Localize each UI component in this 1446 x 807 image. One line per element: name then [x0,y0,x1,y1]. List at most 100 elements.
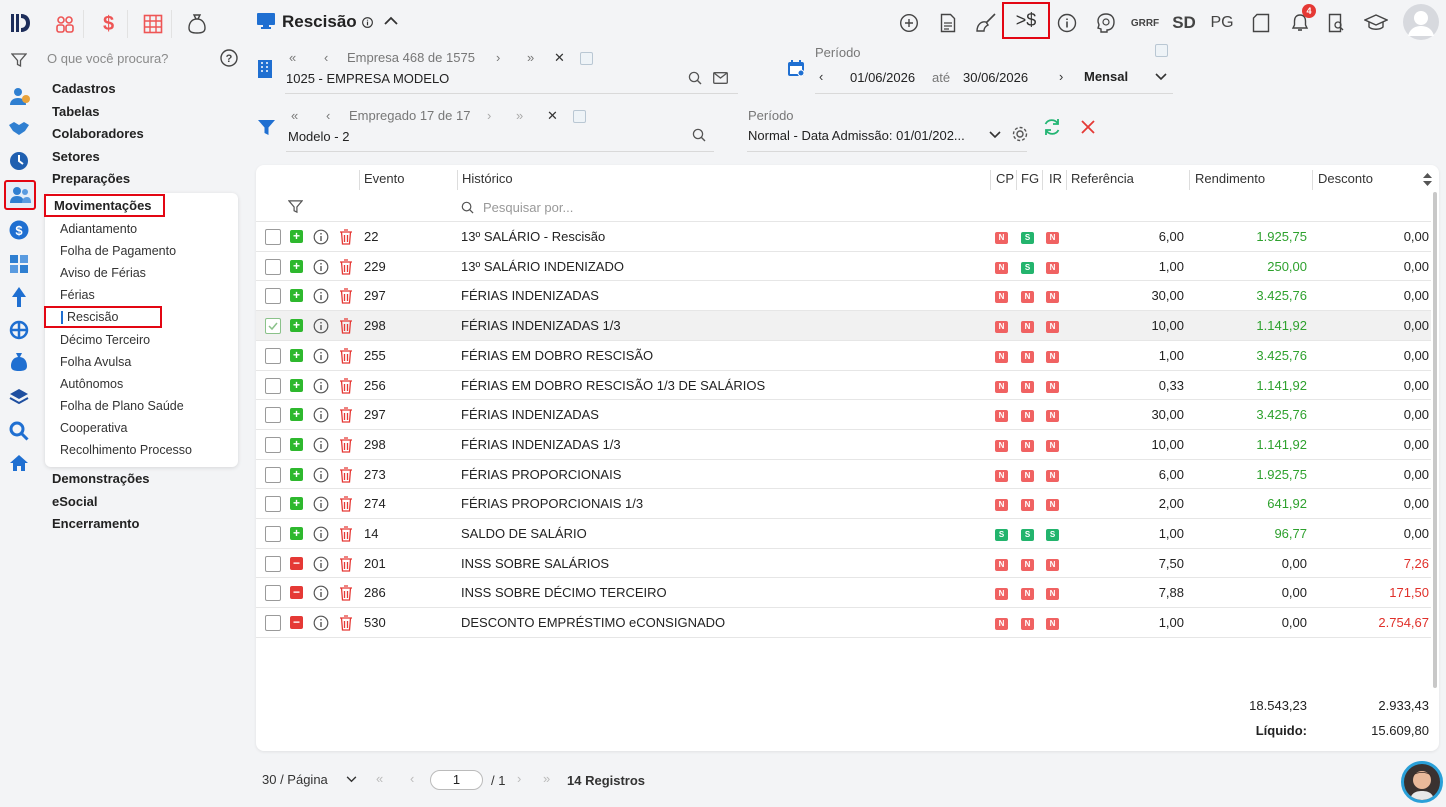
rail-dollar-icon[interactable]: $ [9,220,29,240]
row-checkbox[interactable] [265,258,281,275]
trash-icon[interactable] [339,229,353,245]
rail-users-icon[interactable] [9,86,31,108]
table-row[interactable]: +274 FÉRIAS PROPORCIONAIS 1/3 N N N 2,00 641,9… [256,488,1431,518]
menu-colaboradores[interactable]: Colaboradores [52,126,144,141]
row-checkbox[interactable] [265,288,281,305]
trash-icon[interactable] [339,556,353,572]
row-info-icon[interactable] [313,496,329,512]
trash-icon[interactable] [339,288,353,305]
trash-icon[interactable] [339,585,353,602]
trash-icon[interactable] [339,259,353,275]
menu-preparacoes[interactable]: Preparações [52,171,130,186]
periodo-next-button[interactable]: › [1059,69,1063,84]
chevron-down-icon[interactable] [989,131,1001,139]
pg-button[interactable]: PG [1208,10,1236,36]
periodo-end-date[interactable]: 30/06/2026 [963,70,1028,85]
trash-icon[interactable] [339,377,353,394]
chevron-down-icon[interactable] [346,776,357,783]
table-row[interactable]: +22 13º SALÁRIO - Rescisão N S N 6,00 1.925,75… [256,221,1431,251]
row-checkbox[interactable] [265,407,281,424]
chevron-down-icon[interactable] [1155,73,1167,81]
broom-icon[interactable] [973,10,999,36]
empresa-clear-button[interactable]: ✕ [554,50,565,66]
submenu-decimo-terceiro[interactable]: Décimo Terceiro [60,333,150,347]
row-info-icon[interactable] [313,407,329,423]
row-info-icon[interactable] [313,585,329,601]
row-info-icon[interactable] [313,615,329,631]
menu-search-input[interactable]: O que você procura? [47,51,168,66]
menu-encerramento[interactable]: Encerramento [52,516,139,531]
rail-handshake-icon[interactable] [8,120,30,136]
menu-esocial[interactable]: eSocial [52,494,98,509]
empregado-last-button[interactable]: » [516,108,523,123]
trash-icon[interactable] [339,318,353,334]
menu-tabelas[interactable]: Tabelas [52,104,99,119]
header-desconto[interactable]: Desconto [1318,171,1373,186]
header-rendimento[interactable]: Rendimento [1195,171,1265,186]
moneybag-module-icon[interactable] [178,10,216,38]
periodo-prev-button[interactable]: ‹ [819,69,823,84]
table-row[interactable]: −201 INSS SOBRE SALÁRIOS N N N 7,50 0,00 7,26 [256,547,1431,578]
info-icon[interactable] [362,17,373,28]
document-icon[interactable] [935,10,961,36]
submenu-folha-avulsa[interactable]: Folha Avulsa [60,355,131,369]
periodo2-select[interactable]: Normal - Data Admissão: 01/01/202... [748,128,965,143]
empregado-prev-button[interactable]: ‹ [326,108,330,123]
submenu-folha-de-pagamento[interactable]: Folha de Pagamento [60,244,176,258]
periodo-type-select[interactable]: Mensal [1084,69,1128,84]
empresa-prev-button[interactable]: ‹ [324,50,328,65]
table-row[interactable]: +229 13º SALÁRIO INDENIZADO N S N 1,00 250,00 0… [256,250,1431,281]
trash-icon[interactable] [339,466,353,483]
empregado-first-button[interactable]: « [291,108,298,123]
header-ir[interactable]: IR [1049,171,1062,186]
header-fg[interactable]: FG [1021,171,1039,186]
row-checkbox[interactable] [265,347,281,364]
submenu-ferias[interactable]: Férias [60,288,95,302]
rail-home-icon[interactable] [9,454,29,472]
rail-moneybag-icon[interactable] [10,352,28,372]
spreadsheet-module-icon[interactable] [134,10,172,38]
table-search-input[interactable]: Pesquisar por... [483,200,573,215]
table-row[interactable]: +273 FÉRIAS PROPORCIONAIS N N N 6,00 1.925,75 0… [256,458,1431,489]
trash-icon[interactable] [339,348,353,364]
table-row[interactable]: +14 SALDO DE SALÁRIO S S S 1,00 96,77 0,00 [256,518,1431,548]
page-next-button[interactable]: › [517,771,521,786]
header-historico[interactable]: Histórico [462,171,513,186]
empregado-clear-button[interactable]: ✕ [547,108,558,124]
rail-employees-icon[interactable] [4,180,36,210]
header-cp[interactable]: CP [996,171,1014,186]
row-checkbox[interactable] [265,229,281,245]
submenu-folha-de-plano-saude[interactable]: Folha de Plano Saúde [60,399,184,413]
row-checkbox[interactable] [265,318,281,335]
empresa-checkbox[interactable] [580,52,593,65]
table-row[interactable]: −286 INSS SOBRE DÉCIMO TERCEIRO N N N 7,88 0,0… [256,577,1431,607]
empresa-field[interactable]: 1025 - EMPRESA MODELO [286,71,449,86]
rail-layers-icon[interactable] [9,388,29,406]
header-referencia[interactable]: Referência [1071,171,1134,186]
per-page-select[interactable]: 30 / Página [262,772,328,787]
trash-icon[interactable] [339,526,353,542]
row-info-icon[interactable] [313,556,329,572]
document-search-icon[interactable] [1324,10,1350,36]
row-info-icon[interactable] [313,259,329,275]
table-row[interactable]: +256 FÉRIAS EM DOBRO RESCISÃO 1/3 DE SALÁ… [256,369,1431,400]
empregado-next-button[interactable]: › [487,108,491,123]
menu-movimentacoes[interactable]: Movimentações [54,198,152,213]
empresa-next-button[interactable]: › [496,50,500,65]
row-info-icon[interactable] [313,229,329,245]
dollar-module-icon[interactable]: $ [90,10,128,38]
row-checkbox[interactable] [265,615,281,632]
row-info-icon[interactable] [313,437,329,453]
empregado-field[interactable]: Modelo - 2 [288,129,349,144]
row-checkbox[interactable] [265,585,281,602]
chevron-up-icon[interactable] [384,16,398,26]
trash-icon[interactable] [339,496,353,512]
header-evento[interactable]: Evento [364,171,404,186]
rail-calculator-icon[interactable] [9,254,29,274]
rail-search-icon[interactable] [9,421,29,441]
row-checkbox[interactable] [265,436,281,453]
row-info-icon[interactable] [313,288,329,304]
calculate-rescisao-button[interactable]: >$ [1002,2,1050,39]
page-first-button[interactable]: « [376,771,383,786]
menu-cadastros[interactable]: Cadastros [52,81,116,96]
